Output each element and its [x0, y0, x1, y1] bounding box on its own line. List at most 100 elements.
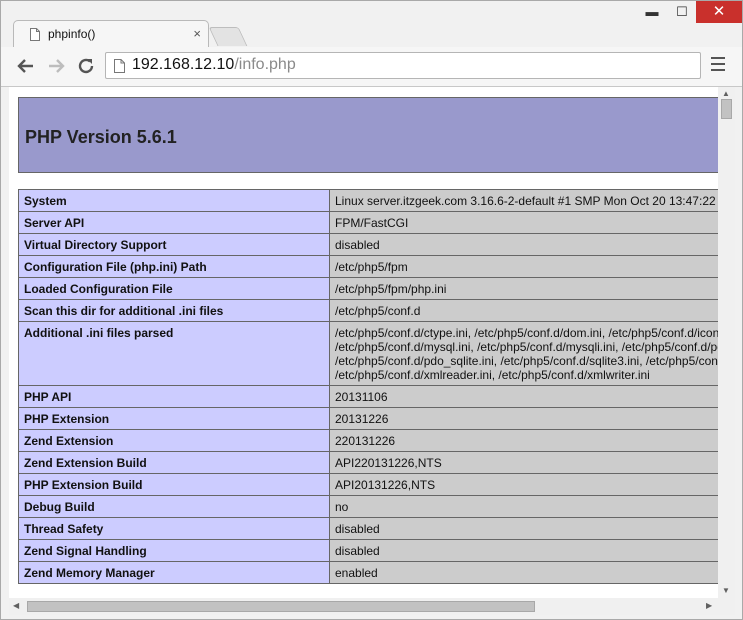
- row-key: Scan this dir for additional .ini files: [18, 299, 330, 322]
- table-row: PHP API 20131106: [18, 385, 718, 408]
- row-key: Configuration File (php.ini) Path: [18, 255, 330, 278]
- scroll-left-icon[interactable]: ◀: [13, 601, 19, 610]
- url-host: 192.168.12.10: [132, 56, 235, 73]
- row-value: no: [329, 495, 718, 518]
- title-bar: phpinfo() × ▬ ☐ ✕: [1, 1, 742, 47]
- value-line: /etc/php5/conf.d/ctype.ini, /etc/php5/co…: [335, 326, 718, 340]
- row-value: /etc/php5/conf.d: [329, 299, 718, 322]
- tab-phpinfo[interactable]: phpinfo() ×: [13, 20, 209, 47]
- value-line: API220131226,NTS: [335, 456, 442, 470]
- table-row: PHP Extension 20131226: [18, 407, 718, 430]
- value-line: Linux server.itzgeek.com 3.16.6-2-defaul…: [335, 194, 718, 208]
- page-title: PHP Version 5.6.1: [25, 127, 177, 147]
- row-value: FPM/FastCGI: [329, 211, 718, 234]
- scroll-right-icon[interactable]: ▶: [706, 601, 712, 610]
- row-key: PHP Extension: [18, 407, 330, 430]
- row-key: Thread Safety: [18, 517, 330, 540]
- tab-title: phpinfo(): [48, 27, 96, 41]
- table-row: Debug Build no: [18, 495, 718, 518]
- table-row: Thread Safety disabled: [18, 517, 718, 540]
- row-value: 220131226: [329, 429, 718, 452]
- row-key: Server API: [18, 211, 330, 234]
- value-line: /etc/php5/conf.d: [335, 304, 421, 318]
- value-line: /etc/php5/conf.d/pdo_sqlite.ini, /etc/ph…: [335, 354, 718, 368]
- row-value: API20131226,NTS: [329, 473, 718, 496]
- value-line: no: [335, 500, 349, 514]
- row-value: /etc/php5/fpm: [329, 255, 718, 278]
- close-window-button[interactable]: ✕: [696, 1, 742, 23]
- row-key: Debug Build: [18, 495, 330, 518]
- row-value: Linux server.itzgeek.com 3.16.6-2-defaul…: [329, 189, 718, 212]
- row-key: Additional .ini files parsed: [18, 321, 330, 386]
- value-line: API20131226,NTS: [335, 478, 436, 492]
- vertical-scrollbar[interactable]: ▲ ▼: [718, 87, 735, 598]
- row-key: System: [18, 189, 330, 212]
- url-text[interactable]: 192.168.12.10/info.php: [132, 56, 296, 74]
- table-row: Virtual Directory Support disabled: [18, 233, 718, 256]
- scrollbar-corner: [718, 598, 735, 615]
- url-path: /info.php: [234, 56, 296, 73]
- row-key: Zend Extension: [18, 429, 330, 452]
- minimize-button[interactable]: ▬: [639, 1, 665, 23]
- forward-arrow-icon[interactable]: [45, 55, 67, 77]
- vertical-scroll-thumb[interactable]: [721, 99, 732, 119]
- value-line: disabled: [335, 522, 380, 536]
- hamburger-menu-icon[interactable]: [709, 57, 727, 75]
- table-row: Server API FPM/FastCGI: [18, 211, 718, 234]
- table-row: Configuration File (php.ini) Path/etc/ph…: [18, 255, 718, 278]
- row-value: disabled: [329, 517, 718, 540]
- value-line: /etc/php5/conf.d/xmlreader.ini, /etc/php…: [335, 368, 650, 382]
- value-line: FPM/FastCGI: [335, 216, 409, 230]
- page-icon: [114, 59, 125, 73]
- address-bar[interactable]: 192.168.12.10/info.php: [105, 52, 701, 79]
- horizontal-scroll-thumb[interactable]: [27, 601, 535, 612]
- table-row: Loaded Configuration File/etc/php5/fpm/p…: [18, 277, 718, 300]
- back-arrow-icon[interactable]: [15, 55, 37, 77]
- php-version-header: PHP Version 5.6.1: [18, 97, 718, 173]
- value-line: 20131106: [335, 390, 388, 404]
- table-row: System Linux server.itzgeek.com 3.16.6-2-…: [18, 189, 718, 212]
- table-row: Zend Signal Handling disabled: [18, 539, 718, 562]
- table-row: Scan this dir for additional .ini files /…: [18, 299, 718, 322]
- table-row: Additional .ini files parsed/etc/php5/co…: [18, 321, 718, 386]
- horizontal-scrollbar[interactable]: ◀ ▶: [9, 598, 718, 615]
- browser-window: phpinfo() × ▬ ☐ ✕ 192.168.12.10/info.php: [0, 0, 743, 620]
- row-value: 20131106: [329, 385, 718, 408]
- row-value: API220131226,NTS: [329, 451, 718, 474]
- row-value: /etc/php5/fpm/php.ini: [329, 277, 718, 300]
- row-key: PHP Extension Build: [18, 473, 330, 496]
- close-tab-icon[interactable]: ×: [193, 26, 201, 41]
- row-value: 20131226: [329, 407, 718, 430]
- maximize-button[interactable]: ☐: [669, 1, 695, 23]
- row-value: enabled: [329, 561, 718, 584]
- value-line: /etc/php5/fpm: [335, 260, 408, 274]
- row-key: Loaded Configuration File: [18, 277, 330, 300]
- row-key: Zend Extension Build: [18, 451, 330, 474]
- value-line: enabled: [335, 566, 378, 580]
- table-row: PHP Extension Build API20131226,NTS: [18, 473, 718, 496]
- value-line: /etc/php5/fpm/php.ini: [335, 282, 447, 296]
- value-line: /etc/php5/conf.d/mysql.ini, /etc/php5/co…: [335, 340, 718, 354]
- table-row: Zend Extension Build API220131226,NTS: [18, 451, 718, 474]
- row-key: Zend Signal Handling: [18, 539, 330, 562]
- scroll-up-icon[interactable]: ▲: [722, 89, 730, 98]
- value-line: 20131226: [335, 412, 389, 426]
- page-icon: [30, 28, 40, 41]
- table-row: Zend Memory Manager enabled: [18, 561, 718, 584]
- row-key: Zend Memory Manager: [18, 561, 330, 584]
- reload-icon[interactable]: [75, 55, 97, 77]
- browser-toolbar: 192.168.12.10/info.php: [1, 47, 742, 87]
- page-viewport[interactable]: PHP Version 5.6.1 System Linux server.itz…: [9, 87, 718, 598]
- row-key: Virtual Directory Support: [18, 233, 330, 256]
- row-value: disabled: [329, 539, 718, 562]
- row-value: /etc/php5/conf.d/ctype.ini, /etc/php5/co…: [329, 321, 718, 386]
- value-line: disabled: [335, 238, 380, 252]
- new-tab-button[interactable]: [208, 27, 248, 46]
- scroll-down-icon[interactable]: ▼: [722, 586, 730, 595]
- row-key: PHP API: [18, 385, 330, 408]
- value-line: disabled: [335, 544, 380, 558]
- row-value: disabled: [329, 233, 718, 256]
- value-line: 220131226: [335, 434, 396, 448]
- phpinfo-content: PHP Version 5.6.1 System Linux server.itz…: [18, 97, 718, 584]
- table-row: Zend Extension 220131226: [18, 429, 718, 452]
